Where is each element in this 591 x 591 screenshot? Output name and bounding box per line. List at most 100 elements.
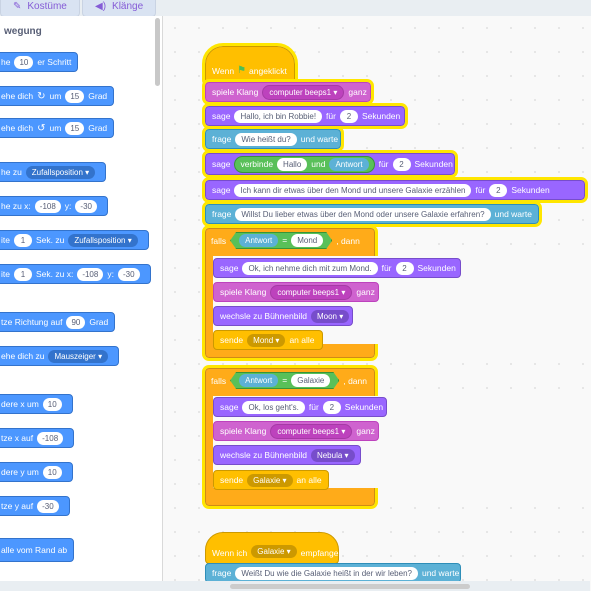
block-say-join[interactable]: sage verbinde Hallo und Antwort für 2 Sekunde… — [202, 150, 458, 178]
dropdown-value: Galaxie — [253, 475, 281, 485]
sound-dropdown[interactable]: computer beeps1 ▾ — [270, 423, 353, 439]
position-dropdown[interactable]: Zufallsposition ▾ — [68, 233, 138, 247]
text-input[interactable]: Wie heißt du? — [235, 132, 297, 146]
num-input[interactable]: 2 — [339, 109, 358, 123]
workspace-horizontal-scrollbar[interactable] — [0, 581, 590, 591]
block-ask-and-wait[interactable]: frage Wie heißt du? und warte — [202, 126, 344, 152]
y-input[interactable]: -30 — [117, 267, 140, 281]
message-dropdown[interactable]: Galaxie ▾ — [251, 545, 297, 558]
num-input[interactable]: -30 — [37, 499, 59, 513]
block-say-for-secs[interactable]: sage Hallo, ich bin Robbie! für 2 Sekunden — [202, 103, 408, 129]
block-text: Grad — [88, 91, 108, 101]
text-input[interactable]: Willst Du lieber etwas über den Mond ode… — [235, 207, 491, 221]
block-switch-backdrop[interactable]: wechsle zu Bühnenbild Nebula ▾ — [213, 445, 361, 465]
block-text: , dann — [343, 375, 367, 386]
text-input[interactable]: Galaxie — [291, 374, 330, 387]
block-say-for-secs[interactable]: sage Ok, ich nehme dich mit zum Mond. für 2… — [213, 258, 461, 278]
x-input[interactable]: -108 — [34, 199, 61, 213]
block-goto-position[interactable]: he zu Zufallsposition ▾ — [0, 162, 107, 182]
brush-icon: ✎ — [13, 1, 22, 12]
position-dropdown[interactable]: Zufallsposition ▾ — [25, 165, 96, 179]
block-move-steps[interactable]: he 10 er Schritt — [0, 52, 79, 72]
block-set-y[interactable]: tze y auf -30 — [0, 496, 70, 516]
num-input[interactable]: 15 — [65, 121, 85, 135]
message-dropdown[interactable]: Mond ▾ — [247, 333, 286, 347]
block-text: Sekunden — [344, 402, 384, 412]
secs-input[interactable]: 1 — [13, 233, 32, 247]
num-input[interactable]: 10 — [42, 397, 62, 411]
dropdown-value: Zufallsposition — [31, 167, 83, 177]
join-operator[interactable]: verbinde Hallo und Antwort — [234, 155, 375, 173]
backdrop-dropdown[interactable]: Moon ▾ — [310, 309, 350, 323]
scroll-thumb[interactable] — [230, 584, 470, 589]
num-input[interactable]: 2 — [395, 261, 414, 275]
block-say-for-secs[interactable]: sage Ok, los geht's. für 2 Sekunden — [213, 397, 387, 417]
block-switch-backdrop[interactable]: wechsle zu Bühnenbild Moon ▾ — [213, 306, 353, 326]
block-turn-right[interactable]: ehe dich ↻ um 15 Grad — [0, 86, 115, 106]
block-goto-xy[interactable]: he zu x: -108 y: -30 — [0, 196, 108, 216]
block-broadcast[interactable]: sende Galaxie ▾ an alle — [213, 470, 329, 490]
block-change-x[interactable]: dere x um 10 — [0, 394, 73, 414]
num-input[interactable]: 10 — [14, 55, 34, 69]
block-text: spiele Klang — [212, 87, 259, 97]
block-text: frage — [212, 209, 232, 219]
text-input[interactable]: Ok, los geht's. — [242, 400, 305, 414]
block-text: verbinde — [240, 159, 274, 169]
y-input[interactable]: -30 — [75, 199, 97, 213]
num-input[interactable]: 2 — [392, 157, 411, 171]
dropdown-value: computer beeps1 — [277, 287, 340, 297]
sound-dropdown[interactable]: computer beeps1 ▾ — [270, 284, 353, 300]
direction-input[interactable]: 90 — [66, 315, 86, 329]
block-say-for-secs[interactable]: sage Ich kann dir etwas über den Mond und… — [202, 177, 588, 203]
answer-reporter[interactable]: Antwort — [239, 374, 278, 387]
secs-input[interactable]: 1 — [13, 267, 32, 281]
block-text: angeklickt — [249, 66, 287, 76]
answer-reporter[interactable]: Antwort — [329, 157, 369, 171]
block-glide-xy[interactable]: ite 1 Sek. zu x: -108 y: -30 — [0, 264, 151, 284]
text-input[interactable]: Hallo — [277, 157, 308, 171]
tab-sounds[interactable]: ◀) Klänge — [82, 0, 157, 17]
block-turn-left[interactable]: ehe dich ↺ um 15 Grad — [0, 118, 115, 138]
block-change-y[interactable]: dere y um 10 — [0, 462, 73, 482]
text-input[interactable]: Ok, ich nehme dich mit zum Mond. — [242, 261, 378, 275]
block-set-x[interactable]: tze x auf -108 — [0, 428, 75, 448]
num-input[interactable]: 2 — [322, 400, 341, 414]
num-input[interactable]: 10 — [42, 465, 62, 479]
block-text: sende — [220, 475, 244, 485]
x-input[interactable]: -108 — [77, 267, 104, 281]
block-palette: wegung he 10 er Schritt ehe dich ↻ um 15 Grad … — [0, 16, 163, 591]
answer-reporter[interactable]: Antwort — [239, 234, 278, 247]
num-input[interactable]: -108 — [37, 431, 64, 445]
block-text: ite — [1, 269, 10, 279]
block-broadcast[interactable]: sende Mond ▾ an alle — [213, 330, 323, 350]
block-play-sound[interactable]: spiele Klang computer beeps1 ▾ ganz — [213, 282, 379, 302]
target-dropdown[interactable]: Mauszeiger ▾ — [48, 349, 109, 363]
message-dropdown[interactable]: Galaxie ▾ — [247, 473, 293, 487]
text-input[interactable]: Weißt Du wie die Galaxie heißt in der wi… — [235, 566, 418, 580]
block-ask-and-wait[interactable]: frage Willst Du lieber etwas über den Mon… — [202, 201, 542, 227]
equals-operator[interactable]: Antwort = Galaxie — [230, 372, 339, 389]
block-point-direction[interactable]: tze Richtung auf 90 Grad — [0, 312, 116, 332]
block-bounce-edge[interactable]: alle vom Rand ab — [0, 538, 75, 562]
dropdown-value: Galaxie — [257, 547, 285, 556]
tab-costumes[interactable]: ✎ Kostüme — [0, 0, 80, 17]
text-input[interactable]: Hallo, ich bin Robbie! — [234, 109, 323, 123]
block-play-sound[interactable]: spiele Klang computer beeps1 ▾ ganz — [213, 421, 379, 441]
palette-scrollbar[interactable] — [155, 18, 160, 86]
hat-when-flag-clicked[interactable]: Wenn ⚑ angeklickt — [202, 43, 298, 87]
backdrop-dropdown[interactable]: Nebula ▾ — [310, 448, 355, 462]
dropdown-value: computer beeps1 — [269, 87, 332, 97]
text-input[interactable]: Mond — [291, 234, 323, 247]
block-play-sound[interactable]: spiele Klang computer beeps1 ▾ ganz — [202, 79, 374, 105]
equals-operator[interactable]: Antwort = Mond — [230, 232, 332, 249]
num-input[interactable]: 2 — [489, 183, 508, 197]
hat-when-i-receive[interactable]: Wenn ich Galaxie ▾ empfange — [205, 532, 339, 564]
block-glide-position[interactable]: ite 1 Sek. zu Zufallsposition ▾ — [0, 230, 149, 250]
num-input[interactable]: 15 — [65, 89, 85, 103]
block-point-towards[interactable]: ehe dich zu Mauszeiger ▾ — [0, 346, 120, 366]
block-ask-and-wait[interactable]: frage Weißt Du wie die Galaxie heißt in d… — [205, 563, 461, 583]
text-input[interactable]: Ich kann dir etwas über den Mond und uns… — [234, 183, 472, 197]
tab-costumes-label: Kostüme — [27, 1, 67, 12]
block-text: he zu x: — [1, 201, 31, 211]
sound-dropdown[interactable]: computer beeps1 ▾ — [262, 84, 345, 100]
